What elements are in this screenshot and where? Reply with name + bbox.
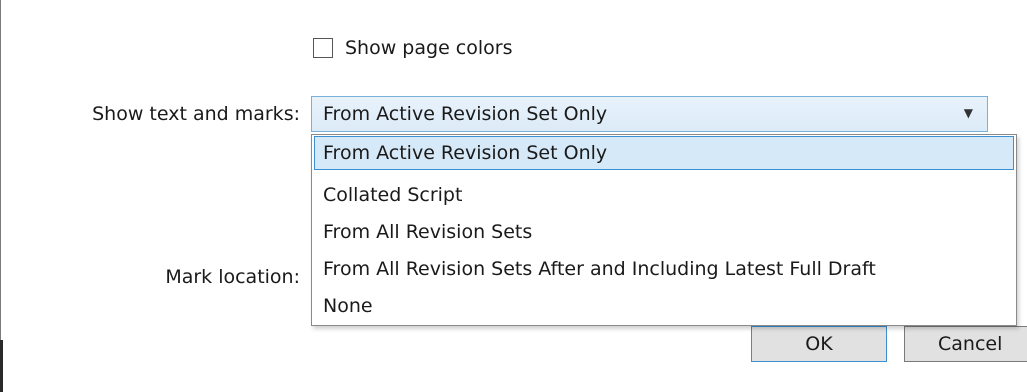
dropdown-option-all-revision-sets[interactable]: From All Revision Sets bbox=[314, 215, 1014, 249]
ok-button[interactable]: OK bbox=[751, 326, 887, 362]
show-text-marks-dropdown-list: From Active Revision Set Only Collated S… bbox=[311, 134, 1017, 326]
dropdown-option-none[interactable]: None bbox=[314, 289, 1014, 323]
show-text-marks-value: From Active Revision Set Only bbox=[323, 103, 608, 125]
dropdown-option-active-revision-set[interactable]: From Active Revision Set Only bbox=[314, 136, 1014, 170]
window-left-border-accent bbox=[0, 340, 3, 392]
show-text-marks-label: Show text and marks: bbox=[92, 103, 300, 125]
cancel-button[interactable]: Cancel bbox=[904, 326, 1027, 362]
window-left-border bbox=[0, 0, 1, 392]
mark-location-label: Mark location: bbox=[165, 266, 300, 288]
show-page-colors-row[interactable]: Show page colors bbox=[313, 36, 512, 60]
dropdown-option-collated-script[interactable]: Collated Script bbox=[314, 178, 1014, 212]
dropdown-option-after-latest-full-draft[interactable]: From All Revision Sets After and Includi… bbox=[314, 252, 1014, 286]
chevron-down-icon[interactable]: ▼ bbox=[964, 106, 973, 120]
show-page-colors-label: Show page colors bbox=[345, 37, 513, 59]
show-text-marks-select[interactable]: From Active Revision Set Only ▼ bbox=[311, 96, 988, 132]
show-page-colors-checkbox[interactable] bbox=[313, 38, 333, 58]
